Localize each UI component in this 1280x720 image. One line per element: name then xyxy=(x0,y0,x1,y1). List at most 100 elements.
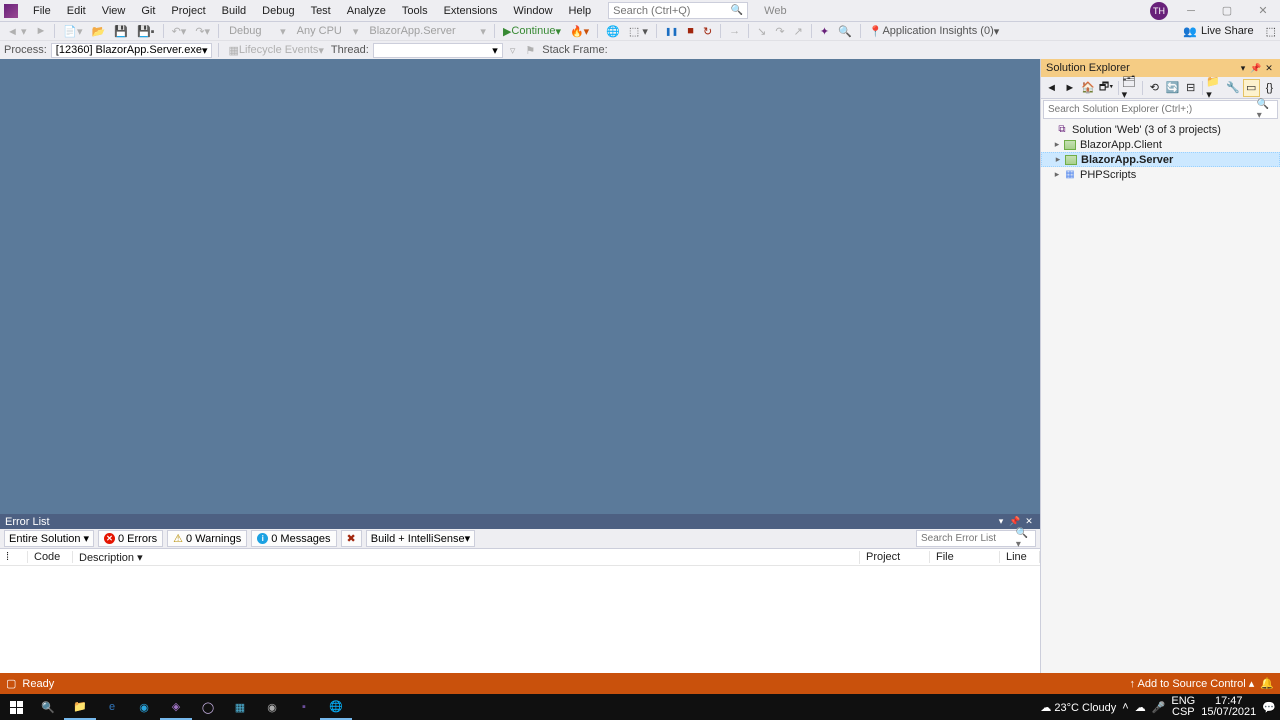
search-input[interactable] xyxy=(613,5,731,17)
se-collapse-button[interactable]: ⊟ xyxy=(1182,79,1199,97)
col-icon[interactable]: ⁞ xyxy=(0,551,28,563)
undo-button[interactable]: ↶▾ xyxy=(169,24,190,39)
taskbar-edge-icon[interactable]: ◉ xyxy=(128,694,160,720)
solution-search[interactable]: 🔍▾ xyxy=(1043,100,1278,119)
se-back-button[interactable]: ◄ xyxy=(1043,79,1060,97)
error-search-input[interactable] xyxy=(921,533,1016,544)
taskbar-app-icon[interactable]: ▦ xyxy=(224,694,256,720)
browser-refresh-button[interactable]: ⬚ ▾ xyxy=(626,24,651,39)
step-over-button[interactable]: ↷ xyxy=(772,24,787,39)
project-node-server[interactable]: ▸ BlazorApp.Server xyxy=(1041,152,1280,167)
panel-dropdown-icon[interactable]: ▾ xyxy=(995,516,1007,527)
lifecycle-events-button[interactable]: ▦ Lifecycle Events ▾ xyxy=(225,43,326,58)
app-insights-button[interactable]: 📍 Application Insights (0) ▾ xyxy=(866,24,1003,39)
expander-icon[interactable]: ▸ xyxy=(1052,154,1064,165)
menu-tools[interactable]: Tools xyxy=(395,3,435,19)
col-file[interactable]: File xyxy=(930,551,1000,563)
se-view-code-button[interactable]: {} xyxy=(1261,79,1278,97)
open-file-button[interactable]: 📂 xyxy=(89,24,109,39)
warnings-filter[interactable]: ⚠0 Warnings xyxy=(167,530,247,547)
solution-explorer-title[interactable]: Solution Explorer ▾ 📌 ✕ xyxy=(1041,59,1280,77)
taskbar-edge-old-icon[interactable]: e xyxy=(96,694,128,720)
expander-icon[interactable]: ▸ xyxy=(1051,169,1063,180)
tray-lang[interactable]: ENGCSP xyxy=(1171,696,1195,718)
menu-git[interactable]: Git xyxy=(134,3,162,19)
se-dropdown-icon[interactable]: ▾ xyxy=(1237,63,1249,74)
se-refresh-button[interactable]: 🔄 xyxy=(1164,79,1181,97)
redo-button[interactable]: ↷▾ xyxy=(192,24,213,39)
errors-filter[interactable]: ✕0 Errors xyxy=(98,530,163,547)
se-pending-changes-button[interactable]: 🗂▾ xyxy=(1122,79,1139,97)
tray-clock[interactable]: 17:4715/07/2021 xyxy=(1201,696,1256,718)
menu-file[interactable]: File xyxy=(26,3,58,19)
platform-dropdown[interactable]: Any CPU xyxy=(292,24,347,38)
save-all-button[interactable]: 💾▪ xyxy=(134,24,158,39)
menu-analyze[interactable]: Analyze xyxy=(340,3,393,19)
tray-notifications-icon[interactable]: 💬 xyxy=(1262,701,1276,714)
clear-filter-button[interactable]: ✖ xyxy=(341,530,362,547)
se-switch-views-button[interactable]: 🗗▾ xyxy=(1098,79,1115,97)
menu-window[interactable]: Window xyxy=(506,3,559,19)
process-dropdown[interactable]: [12360] BlazorApp.Server.exe▾ xyxy=(51,43,213,58)
hot-reload-button[interactable]: 🔥▾ xyxy=(567,24,592,39)
error-search[interactable]: 🔍▾ xyxy=(916,530,1036,547)
se-preview-button[interactable]: ▭ xyxy=(1243,79,1260,97)
taskbar-search-icon[interactable]: 🔍 xyxy=(32,694,64,720)
error-scope-dropdown[interactable]: Entire Solution▾ xyxy=(4,530,94,547)
project-node-php[interactable]: ▸ ▦ PHPScripts xyxy=(1041,167,1280,182)
menu-view[interactable]: View xyxy=(95,3,133,19)
find-in-files-button[interactable]: 🔍 xyxy=(835,24,855,39)
panel-pin-icon[interactable]: 📌 xyxy=(1009,516,1021,527)
menu-project[interactable]: Project xyxy=(164,3,212,19)
config-dropdown[interactable]: Debug xyxy=(224,24,274,38)
build-filter-dropdown[interactable]: Build + IntelliSense▾ xyxy=(366,530,475,547)
taskbar-github-icon[interactable]: ◯ xyxy=(192,694,224,720)
col-description[interactable]: Description ▾ xyxy=(73,551,860,564)
solution-node[interactable]: ⧉ Solution 'Web' (3 of 3 projects) xyxy=(1041,122,1280,137)
col-line[interactable]: Line xyxy=(1000,551,1040,563)
browser-link-button[interactable]: 🌐 xyxy=(603,24,623,39)
flag-filter-button[interactable]: ▿ xyxy=(507,43,519,58)
menu-help[interactable]: Help xyxy=(562,3,599,19)
col-code[interactable]: Code xyxy=(28,551,73,563)
nav-fwd-button[interactable]: ► xyxy=(32,24,49,38)
menu-debug[interactable]: Debug xyxy=(255,3,301,19)
step-into-button[interactable]: ↘ xyxy=(754,24,769,39)
tray-onedrive-icon[interactable]: ☁ xyxy=(1135,701,1146,714)
save-button[interactable]: 💾 xyxy=(111,24,131,39)
add-source-control[interactable]: ↑ Add to Source Control ▴ xyxy=(1130,677,1255,690)
user-avatar[interactable]: TH xyxy=(1150,2,1168,20)
notifications-icon[interactable]: 🔔 xyxy=(1260,677,1274,690)
taskbar-obs-icon[interactable]: ◉ xyxy=(256,694,288,720)
expander-icon[interactable]: ▸ xyxy=(1051,139,1063,150)
menu-edit[interactable]: Edit xyxy=(60,3,93,19)
live-share-button[interactable]: 👥 Live Share ⬚ xyxy=(1183,25,1276,38)
se-show-all-button[interactable]: 📁▾ xyxy=(1206,79,1223,97)
startup-dropdown[interactable]: BlazorApp.Server xyxy=(364,24,474,38)
taskbar-chrome-icon[interactable]: 🌐 xyxy=(320,694,352,720)
taskbar-vs-icon[interactable]: ◈ xyxy=(160,694,192,720)
tray-chevron-icon[interactable]: ˄ xyxy=(1122,701,1128,713)
restart-button[interactable] xyxy=(700,24,715,39)
col-project[interactable]: Project xyxy=(860,551,930,563)
taskbar-terminal-icon[interactable]: ▪ xyxy=(288,694,320,720)
quick-search[interactable]: 🔍 xyxy=(608,2,748,19)
tray-mic-icon[interactable]: 🎤 xyxy=(1152,701,1166,714)
weather-widget[interactable]: ☁ 23°C Cloudy xyxy=(1040,701,1116,714)
new-project-button[interactable]: 📄▾ xyxy=(60,24,85,39)
show-next-button[interactable]: → xyxy=(726,24,743,38)
se-pin-icon[interactable]: 📌 xyxy=(1250,63,1262,74)
flag-button[interactable]: ⚑ xyxy=(522,43,538,58)
project-node-client[interactable]: ▸ BlazorApp.Client xyxy=(1041,137,1280,152)
solution-search-input[interactable] xyxy=(1048,104,1257,115)
menu-test[interactable]: Test xyxy=(304,3,338,19)
web-button[interactable]: Web xyxy=(756,3,794,19)
close-button[interactable]: ✕ xyxy=(1250,4,1276,17)
taskbar-explorer-icon[interactable]: 📁 xyxy=(64,694,96,720)
maximize-button[interactable]: ▢ xyxy=(1214,4,1240,17)
continue-button[interactable]: ▶ Continue ▾ xyxy=(500,24,564,39)
intellicode-button[interactable]: ✦ xyxy=(817,24,832,39)
step-out-button[interactable]: ↗ xyxy=(791,24,806,39)
se-home-button[interactable]: 🏠 xyxy=(1079,79,1096,97)
menu-build[interactable]: Build xyxy=(215,3,253,19)
